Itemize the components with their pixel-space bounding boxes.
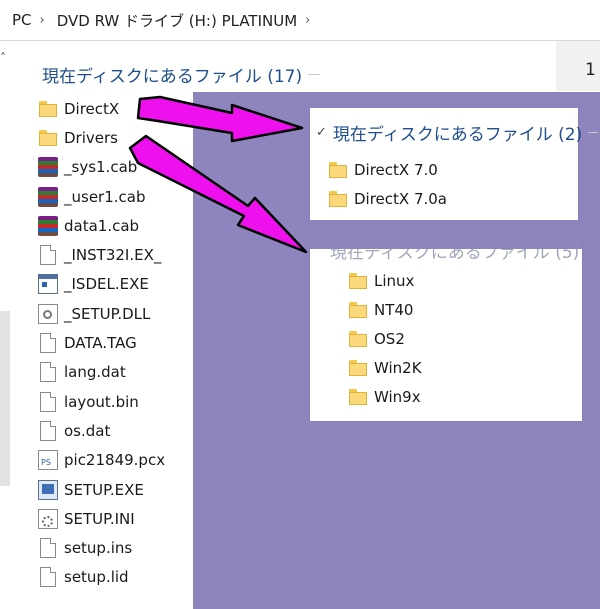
group-header-label: 現在ディスクにあるファイル (17) (42, 66, 303, 87)
folder-item[interactable]: Linux (348, 267, 422, 296)
folder-icon (348, 300, 368, 320)
file-item[interactable]: pic21849.pcx (38, 446, 188, 475)
file-name: _INST32I.EX_ (64, 246, 162, 265)
navigation-pane-edge: ˄ (0, 41, 10, 609)
folder-icon (328, 160, 348, 180)
chevron-down-icon[interactable]: ✓ (316, 125, 327, 140)
group-header-label: 現在ディスクにあるファイル (2) (332, 125, 583, 145)
file-name: _SETUP.DLL (64, 304, 151, 323)
file-name: _user1.cab (64, 187, 146, 206)
address-bar[interactable]: PC › DVD RW ドライブ (H:) PLATINUM › (0, 0, 600, 41)
document-icon (40, 245, 56, 266)
folder-icon (348, 387, 368, 407)
document-icon (40, 420, 56, 441)
file-name: pic21849.pcx (64, 451, 166, 470)
group-header[interactable]: ✓ 現在ディスクにあるファイル (2) (316, 120, 599, 145)
folder-name: OS2 (374, 329, 405, 348)
folder-name: NT40 (374, 301, 414, 320)
file-name: DATA.TAG (64, 334, 137, 353)
file-item[interactable]: _INST32I.EX_ (38, 240, 188, 269)
folder-item[interactable]: OS2 (348, 325, 422, 354)
file-name: lang.dat (64, 363, 126, 382)
archive-icon (38, 157, 58, 178)
folder-item[interactable]: DirectX 7.0a (328, 185, 447, 214)
crop-edge (310, 235, 582, 249)
file-name: _ISDEL.EXE (64, 275, 149, 294)
folder-icon (348, 329, 368, 349)
file-name: _sys1.cab (64, 158, 138, 177)
file-item[interactable]: setup.ins (38, 533, 188, 562)
file-name: Drivers (64, 128, 118, 147)
file-item[interactable]: SETUP.EXE (38, 475, 188, 504)
folder-item[interactable]: Win2K (348, 353, 422, 382)
folder-list: DirectX 7.0 DirectX 7.0a (328, 156, 447, 214)
folder-name: Linux (374, 272, 415, 291)
group-header[interactable]: 現在ディスクにあるファイル (17) (42, 60, 321, 88)
file-item[interactable]: Drivers (38, 123, 188, 152)
file-item[interactable]: _sys1.cab (38, 153, 188, 182)
folder-icon (38, 99, 58, 119)
folder-icon (348, 271, 368, 291)
folder-item[interactable]: NT40 (348, 296, 422, 325)
group-header[interactable]: 現在ディスクにあるファイル (5) (310, 235, 582, 263)
divider (308, 73, 321, 75)
directx-contents-panel: ✓ 現在ディスクにあるファイル (2) DirectX 7.0 DirectX … (310, 108, 599, 220)
file-item[interactable]: _user1.cab (38, 182, 188, 211)
document-icon (40, 391, 56, 412)
folder-item[interactable]: Win9x (348, 382, 422, 411)
chevron-up-icon[interactable]: ˄ (0, 51, 6, 65)
archive-icon (38, 215, 58, 236)
column-count-text: 1 (585, 60, 596, 80)
file-item[interactable]: lang.dat (38, 358, 188, 387)
file-item[interactable]: SETUP.INI (38, 504, 188, 533)
setup-icon (38, 479, 58, 500)
archive-icon (38, 186, 58, 207)
drivers-contents-panel: 現在ディスクにあるファイル (5) Linux NT40 OS2 Win2K W… (310, 235, 582, 421)
file-name: data1.cab (64, 216, 140, 235)
file-item[interactable]: setup.lid (38, 563, 188, 592)
scrollbar-thumb[interactable] (0, 311, 10, 486)
divider (588, 132, 599, 133)
folder-icon (328, 189, 348, 209)
folder-name: Win2K (374, 358, 422, 377)
folder-list: Linux NT40 OS2 Win2K Win9x (348, 267, 422, 411)
file-list: DirectX Drivers _sys1.cab _user1.cab dat… (38, 94, 188, 592)
file-item[interactable]: os.dat (38, 416, 188, 445)
folder-name: DirectX 7.0 (354, 161, 438, 180)
folder-name: DirectX 7.0a (354, 190, 448, 209)
document-icon (40, 362, 56, 383)
file-name: DirectX (64, 99, 120, 118)
document-icon (40, 538, 56, 559)
folder-item[interactable]: DirectX 7.0 (328, 156, 447, 185)
breadcrumb-pc[interactable]: PC (12, 11, 32, 29)
file-name: layout.bin (64, 392, 139, 411)
file-item[interactable]: layout.bin (38, 387, 188, 416)
file-name: setup.ins (64, 539, 133, 558)
file-item[interactable]: DirectX (38, 94, 188, 123)
file-name: setup.lid (64, 568, 129, 587)
chevron-right-icon[interactable]: › (305, 13, 310, 28)
folder-icon (348, 358, 368, 378)
image-icon (38, 450, 58, 471)
document-icon (40, 333, 56, 354)
file-name: SETUP.EXE (64, 480, 144, 499)
file-item[interactable]: _ISDEL.EXE (38, 270, 188, 299)
file-item[interactable]: _SETUP.DLL (38, 299, 188, 328)
file-item[interactable]: DATA.TAG (38, 328, 188, 357)
config-icon (38, 508, 58, 529)
folder-icon (38, 128, 58, 148)
breadcrumb-drive[interactable]: DVD RW ドライブ (H:) PLATINUM (57, 10, 297, 31)
application-icon (38, 274, 58, 295)
settings-document-icon (38, 303, 58, 324)
file-item[interactable]: data1.cab (38, 211, 188, 240)
chevron-right-icon: › (39, 12, 45, 28)
file-name: SETUP.INI (64, 509, 135, 528)
file-name: os.dat (64, 421, 111, 440)
folder-name: Win9x (374, 387, 421, 406)
document-icon (40, 567, 56, 588)
